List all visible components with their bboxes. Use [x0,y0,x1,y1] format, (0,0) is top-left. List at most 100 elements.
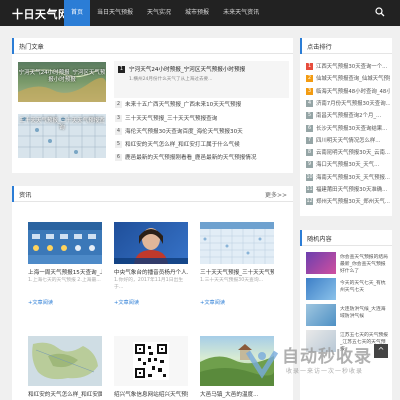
map-image [32,342,98,380]
rank-item-title: 郑州天气预报30天_郑州天气... [316,199,390,206]
rank-number: 10 [306,173,313,181]
rank-item-title: 四川明天天气情况怎么样... [316,137,381,144]
hot-articles-title: 热门文章 [12,38,44,54]
card-title[interactable]: 大邑马镇_大邑的温度... [200,390,274,398]
nav-city-forecast[interactable]: 城市预报 [178,0,216,26]
rank-number: 5 [115,141,122,148]
nav-live-weather[interactable]: 天气实况 [140,0,178,26]
card-title[interactable]: 三十天天气预报_三十天天气预... [200,268,274,276]
hot-thumb-2[interactable]: 三十天天气预报_三十天天气预报查询 [18,114,106,158]
card-desc: 1.上海七天的天气预报 2.上海最... [28,278,101,283]
random-item[interactable]: 大连防洪气候_大连海域防洪气候 [306,304,390,328]
news-card[interactable]: 上海一周天气预报15天查询_上... 1.上海七天的天气预报 2.上海最... … [28,222,102,322]
rank-item-title: 济南7月份天气预报30天查询... [316,100,390,107]
random-item-title[interactable]: 大连防洪气候_大连海域防洪气候 [340,306,390,327]
nav-today-forecast[interactable]: 当日天气预报 [90,0,140,26]
top-navigation-bar: 十日天气网 首页 当日天气预报 天气实况 城市预报 未来天气资讯 [0,0,400,26]
card-title[interactable]: 绍兴气象信息网站绍兴天气预报_... [114,390,188,398]
rank-item-title: 南昌天气预报查询2个月_... [316,113,382,120]
rank-item[interactable]: 6 长沙天气预报30天查询结果... [306,124,390,134]
random-item-image [306,252,336,274]
calendar-image [200,222,274,264]
more-link[interactable]: 更多>> [265,190,287,199]
random-item-image [306,278,336,300]
list-item[interactable]: 4 海伦天气预报30天查询百度_海伦天气预报30天 [115,127,290,135]
search-icon[interactable] [375,7,385,17]
site-logo[interactable]: 十日天气网 [12,6,70,22]
news-card[interactable]: 三十天天气预报_三十天天气预... 1.三十天天气预报30天查询... +文章阅… [200,222,274,322]
card-image [200,222,274,264]
rank-item[interactable]: 4 济南7月份天气预报30天查询... [306,99,390,109]
list-item[interactable]: 3 三十天天气预报_三十天天气预报查询 [115,114,290,122]
back-to-top-button[interactable]: ^ [374,344,388,358]
list-item[interactable]: 6 鹿邑最新的天气预报刚看看_鹿邑最新的天气预报情况 [115,153,290,161]
card-image [28,336,102,386]
rank-number: 6 [115,154,122,161]
card-image [114,336,188,386]
card-tag[interactable]: +文章阅读 [200,299,225,306]
rank-item[interactable]: 3临海天气预报48小时查询_48小时... [306,87,390,97]
featured-article-desc: 1.横州24月份什么天气了从上海过去要... [129,77,213,82]
news-card[interactable]: 和红安的天气怎么样_和红安属于... [28,336,102,400]
rank-item-title: 云南昆明天气预报30天_云南... [316,150,390,157]
rank-item[interactable]: 7 四川明天天气情况怎么样... [306,136,390,146]
rank-item[interactable]: 1 江西天气预报30天查询一个... [306,62,390,72]
nav-home[interactable]: 首页 [64,0,91,26]
rank-number: 7 [306,136,313,144]
rank-item[interactable]: 12 郑州天气预报30天_郑州天气... [306,197,390,207]
rank-item-title: 仙城天气预报查询_仙城天气预报 [316,76,390,83]
hot-thumb-1[interactable]: 宁河天气24小时预报_宁河区天气预报小时预报 [18,62,106,102]
featured-article[interactable]: 1 宁河天气24小时预报_宁河区天气预报小时预报 1.横州24月份什么天气了从上… [114,61,289,98]
rank-number: 3 [306,87,313,95]
rank-number: 8 [306,149,313,157]
featured-article-title[interactable]: 宁河天气24小时预报_宁河区天气预报小时预报 [129,65,245,73]
news-card[interactable]: 中央气象台的播音员杨丹个人... 1.你好的，2017年11月1日出生于... … [114,222,188,322]
rank-item[interactable]: 5 南昌天气预报查询2个月_... [306,111,390,121]
watermark-logo-icon [245,350,279,379]
news-card[interactable]: 绍兴气象信息网站绍兴天气预报_... [114,336,188,400]
rank-number: 2 [115,101,122,108]
news-anchor-image [114,228,188,264]
rank-item-title: 海南天气预报30天_天气预报... [316,174,390,181]
hot-thumb-2-caption: 三十天天气预报_三十天天气预报查询 [19,118,105,131]
rank-item-title: 福建莆田天气预报30天准确... [316,187,388,193]
rank-item[interactable]: 10 海南天气预报30天_天气预报... [306,173,390,183]
rank-number: 1 [118,66,125,73]
rank-number: 2 [306,75,313,83]
rank-item-title: 海口天气预报30天_天气... [316,162,380,169]
rank-item[interactable]: 8 云南昆明天气预报30天_云南... [306,148,390,158]
card-image [28,222,102,264]
click-rank-title: 点击排行 [300,38,332,54]
random-item-title[interactable]: 你会查天气预报的结局最新_你会查天气预报好什么了 [340,254,390,275]
card-tag[interactable]: +文章阅读 [28,299,53,306]
rank-number: 9 [306,161,313,169]
watermark: 自动秒收录 收录一来访一次一秒收录 [242,340,390,386]
forecast-table-image [28,222,102,264]
card-title[interactable]: 和红安的天气怎么样_和红安属于... [28,390,102,398]
rank-item-title: 长沙天气预报30天查询结果... [316,125,388,132]
card-image [114,222,188,264]
rank-item[interactable]: 2 仙城天气预报查询_仙城天气预报 [306,74,390,84]
rank-number: 4 [306,99,313,107]
rank-item[interactable]: 9 海口天气预报30天_天气... [306,160,390,170]
rank-number: 6 [306,124,313,132]
rank-number: 4 [115,128,122,135]
news-title: 资讯 [11,186,32,202]
card-title[interactable]: 上海一周天气预报15天查询_上... [28,268,102,276]
rank-item[interactable]: 11 福建莆田天气预报30天准确... [306,185,390,195]
random-item[interactable]: 你会查天气预报的结局最新_你会查天气预报好什么了 [306,252,390,276]
random-item-title[interactable]: 今天的天气七天_有杭州天气七天 [340,280,390,301]
card-desc: 1.你好的，2017年11月1日出生于... [114,278,184,290]
random-item[interactable]: 今天的天气七天_有杭州天气七天 [306,278,390,302]
main-nav: 首页 当日天气预报 天气实况 城市预报 未来天气资讯 [64,0,266,26]
card-title[interactable]: 中央气象台的播音员杨丹个人... [114,268,188,276]
list-item[interactable]: 2 未来十五广西天气预报_广西未来10天天气预报 [115,100,290,108]
rank-item-title: 江西天气预报30天查询一个... [316,64,388,70]
card-desc: 1.三十天天气预报30天查询... [200,278,264,283]
rank-number: 5 [306,112,313,120]
nav-future-news[interactable]: 未来天气资讯 [216,0,266,26]
card-tag[interactable]: +文章阅读 [114,299,139,306]
random-content-header: 随机内容 [300,230,392,246]
rank-number: 1 [306,63,313,70]
list-item[interactable]: 5 和红安的天气怎么样_和红安打工属于什么气候 [115,140,290,148]
